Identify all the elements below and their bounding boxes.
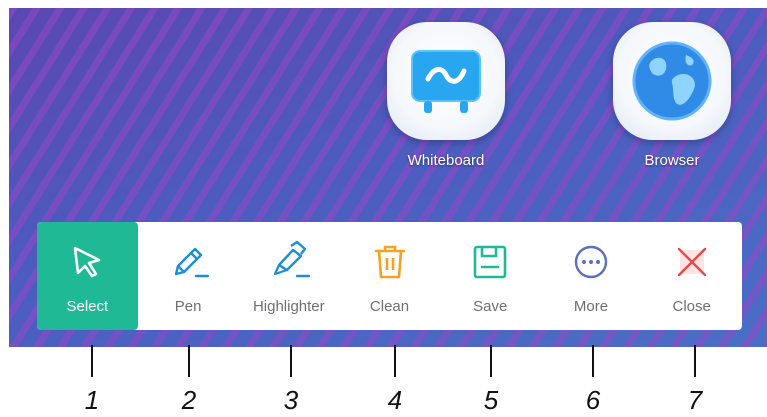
callout-number: 3 [283, 385, 299, 415]
callout-6: 6 [573, 345, 613, 417]
tool-label-close: Close [672, 298, 711, 315]
tool-pen[interactable]: Pen [138, 222, 239, 330]
app-label-browser: Browser [644, 152, 700, 169]
app-label-whiteboard: Whiteboard [407, 152, 485, 169]
app-browser[interactable]: Browser [602, 22, 742, 169]
tool-label-pen: Pen [174, 298, 202, 315]
whiteboard-icon [411, 50, 481, 113]
globe-icon [632, 41, 712, 121]
callout-2: 2 [169, 345, 209, 417]
callout-line [91, 345, 93, 377]
callout-4: 4 [375, 345, 415, 417]
callout-number: 6 [585, 385, 601, 415]
callout-number: 1 [84, 385, 100, 415]
tool-label-more: More [573, 298, 609, 315]
annotation-toolbar: Select Pen Highlighter Clean Save More C… [37, 222, 742, 330]
callout-line [394, 345, 396, 377]
callout-number: 4 [387, 385, 403, 415]
trash-icon [368, 240, 412, 284]
tool-label-clean: Clean [369, 298, 410, 315]
callout-line [490, 345, 492, 377]
tool-label-highlighter: Highlighter [252, 298, 325, 315]
callout-number: 7 [687, 385, 703, 415]
tool-close[interactable]: Close [641, 222, 742, 330]
tool-clean[interactable]: Clean [339, 222, 440, 330]
more-icon [569, 240, 613, 284]
callout-line [694, 345, 696, 377]
browser-app-tile[interactable] [613, 22, 731, 140]
callout-number: 5 [483, 385, 499, 415]
tool-save[interactable]: Save [440, 222, 541, 330]
callout-5: 5 [471, 345, 511, 417]
callout-1: 1 [72, 345, 112, 417]
callout-line [188, 345, 190, 377]
callout-3: 3 [271, 345, 311, 417]
tool-more[interactable]: More [541, 222, 642, 330]
callout-line [290, 345, 292, 377]
app-whiteboard[interactable]: Whiteboard [376, 22, 516, 169]
highlighter-icon [267, 240, 311, 284]
whiteboard-app-tile[interactable] [387, 22, 505, 140]
tool-highlighter[interactable]: Highlighter [238, 222, 339, 330]
tool-label-select: Select [66, 298, 109, 315]
cursor-arrow-icon [65, 240, 109, 284]
callout-7: 7 [675, 345, 715, 417]
callout-number: 2 [181, 385, 197, 415]
tool-label-save: Save [473, 298, 508, 315]
close-icon [670, 240, 714, 284]
pen-icon [166, 240, 210, 284]
save-icon [468, 240, 512, 284]
tool-select[interactable]: Select [37, 222, 138, 330]
callout-line [592, 345, 594, 377]
